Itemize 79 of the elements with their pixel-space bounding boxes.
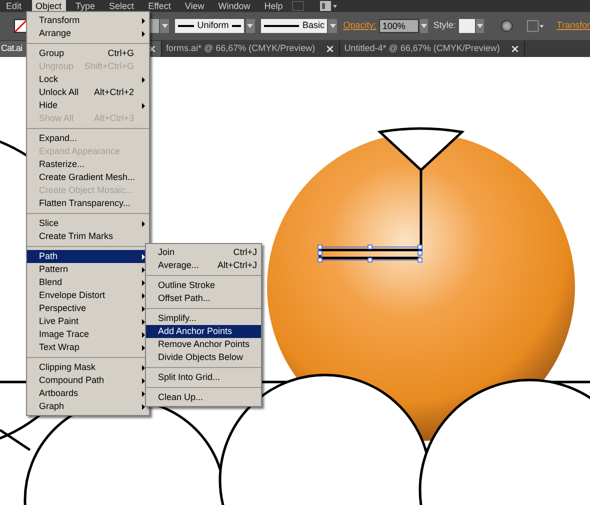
menu-item[interactable]: Expand...	[27, 132, 149, 145]
submenu-arrow-icon	[142, 332, 145, 338]
menu-item[interactable]: Rasterize...	[27, 158, 149, 171]
menu-item[interactable]: Add Anchor Points	[146, 325, 261, 338]
submenu-arrow-icon	[142, 30, 145, 36]
dropdown-caret-icon	[477, 24, 484, 28]
menu-item[interactable]: Transform	[27, 14, 149, 27]
close-icon[interactable]	[149, 46, 155, 52]
close-icon[interactable]	[327, 46, 334, 52]
submenu-arrow-icon	[142, 404, 145, 410]
style-label: Style:	[433, 19, 456, 32]
menu-bar-item[interactable]: Edit	[2, 0, 26, 12]
style-swatch[interactable]	[458, 19, 475, 33]
menu-item[interactable]: Lock	[27, 73, 149, 86]
menu-bar-item[interactable]: Type	[72, 0, 100, 12]
menu-item[interactable]: Create Trim Marks	[27, 230, 149, 243]
menu-item[interactable]: Group Ctrl+G	[27, 47, 149, 60]
menu-item[interactable]: Offset Path...	[146, 292, 261, 305]
menu-item[interactable]: Blend	[27, 276, 149, 289]
menu-item[interactable]: Image Trace	[27, 328, 149, 341]
menu-item[interactable]: Flatten Transparency...	[27, 197, 149, 210]
submenu-arrow-icon	[142, 220, 145, 226]
dropdown-button[interactable]	[420, 19, 428, 33]
stroke-profile-field[interactable]: Uniform	[175, 19, 244, 33]
menu-item[interactable]: Artboards	[27, 387, 149, 400]
menu-item[interactable]: Clean Up...	[146, 391, 261, 404]
menu-item[interactable]: Create Gradient Mesh...	[27, 171, 149, 184]
submenu-arrow-icon	[142, 292, 145, 298]
menu-item[interactable]: Simplify...	[146, 312, 261, 325]
dropdown-button[interactable]	[328, 19, 338, 33]
layout-icon[interactable]	[320, 1, 338, 11]
submenu-arrow-icon	[142, 344, 145, 350]
grid-icon[interactable]	[527, 20, 545, 32]
dropdown-button[interactable]	[160, 19, 170, 33]
submenu-arrow-icon	[142, 266, 145, 272]
submenu-arrow-icon	[142, 18, 145, 24]
menu-item[interactable]: Pattern	[27, 263, 149, 276]
submenu-arrow-icon	[142, 364, 145, 370]
menu-item[interactable]: Remove Anchor Points	[146, 338, 261, 351]
submenu-arrow-icon	[142, 318, 145, 324]
menu-bar-item[interactable]: View	[180, 0, 208, 12]
menu-item[interactable]: Graph	[27, 400, 149, 413]
menu-item[interactable]: Split Into Grid...	[146, 371, 261, 384]
submenu-arrow-icon	[142, 390, 145, 396]
menu-bar-item[interactable]: Effect	[144, 0, 175, 12]
menu-item[interactable]: Arrange	[27, 27, 149, 40]
submenu-arrow-icon	[142, 102, 145, 108]
menu-item[interactable]: Live Paint	[27, 315, 149, 328]
submenu-arrow-icon	[142, 76, 145, 82]
menu-item[interactable]: Average... Alt+Ctrl+J	[146, 259, 261, 272]
dropdown-button[interactable]	[476, 19, 484, 33]
menu-bar-item[interactable]: Object	[32, 0, 66, 12]
dropdown-caret-icon	[421, 24, 428, 28]
menu-bar-item[interactable]: Help	[260, 0, 287, 12]
menu-item[interactable]: Hide	[27, 99, 149, 112]
menu-item[interactable]: Clipping Mask	[27, 361, 149, 374]
submenu-arrow-icon	[142, 254, 145, 260]
menu-bar-item[interactable]: Select	[105, 0, 138, 12]
menu-item[interactable]: Slice	[27, 217, 149, 230]
menu-item[interactable]: Join Ctrl+J	[146, 246, 261, 259]
menu-item[interactable]: Envelope Distort	[27, 289, 149, 302]
submenu-arrow-icon	[142, 378, 145, 384]
close-icon[interactable]	[512, 46, 518, 52]
menu-item[interactable]: Divide Objects Below	[146, 351, 261, 364]
opacity-field[interactable]: 100%	[379, 19, 419, 33]
menu-item[interactable]: Outline Stroke	[146, 279, 261, 292]
submenu-arrow-icon	[142, 280, 145, 286]
stroke-swatch-icon[interactable]	[14, 19, 28, 33]
menu-item[interactable]: Text Wrap	[27, 341, 149, 354]
dropdown-button[interactable]	[246, 19, 255, 33]
menu-item[interactable]: Compound Path	[27, 374, 149, 387]
menu-item[interactable]: Perspective	[27, 302, 149, 315]
submenu-arrow-icon	[142, 306, 145, 312]
dropdown-caret-icon	[162, 24, 168, 28]
menu-bar-item[interactable]: Window	[214, 0, 254, 12]
menu-item[interactable]: Unlock All Alt+Ctrl+2	[27, 86, 149, 99]
dropdown-caret-icon	[247, 24, 254, 28]
dropdown-caret-icon	[330, 24, 336, 28]
brush-field[interactable]: Basic	[260, 19, 328, 33]
